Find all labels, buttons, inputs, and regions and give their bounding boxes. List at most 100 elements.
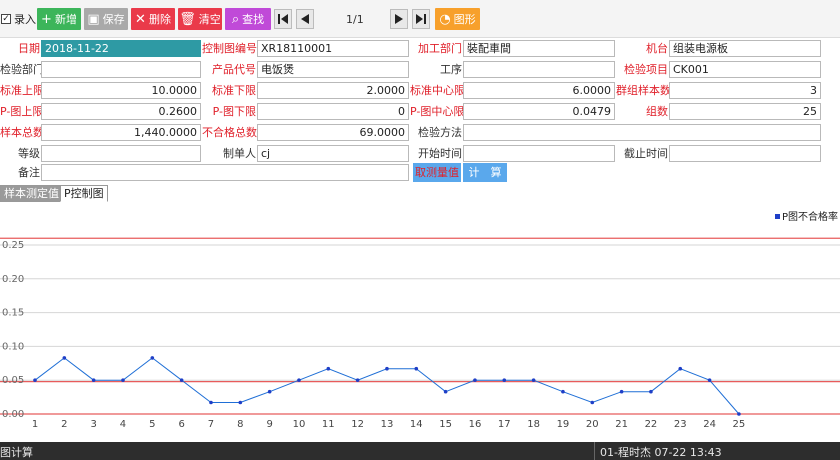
p-center-field[interactable]: 0.0479 bbox=[463, 103, 615, 120]
data-point bbox=[531, 378, 536, 382]
chart-icon: ◔ bbox=[439, 11, 451, 27]
series-line-path bbox=[34, 357, 740, 415]
control-lines bbox=[0, 237, 840, 415]
x-tick-label: 1 bbox=[32, 419, 38, 430]
last-page-button[interactable] bbox=[412, 9, 430, 29]
inspect-dept-field[interactable] bbox=[41, 61, 201, 78]
remark-field[interactable] bbox=[41, 164, 409, 181]
x-tick-label: 12 bbox=[351, 419, 364, 430]
grade-label: 等级 bbox=[18, 147, 40, 160]
data-point bbox=[649, 389, 653, 394]
fetch-measurements-button[interactable]: 取测量值 bbox=[413, 163, 461, 182]
status-bar: 图计算 01-程时杰 07-22 13:43 bbox=[0, 442, 840, 460]
start-time-label: 开始时间 bbox=[418, 147, 462, 160]
x-tick-label: 4 bbox=[120, 419, 126, 430]
tab-sample-values[interactable]: 样本测定值 bbox=[0, 185, 63, 202]
method-field[interactable] bbox=[463, 124, 821, 141]
p-lower-field[interactable]: 0 bbox=[257, 103, 409, 120]
chart-button-label: 图形 bbox=[453, 13, 476, 26]
std-center-label: 标准中心限 bbox=[410, 84, 465, 97]
total-defects-field[interactable]: 69.0000 bbox=[257, 124, 409, 141]
chart-grid bbox=[0, 244, 840, 415]
y-tick-label: 0.10 bbox=[2, 341, 24, 352]
total-samples-field[interactable]: 1,440.0000 bbox=[41, 124, 201, 141]
x-tick-label: 13 bbox=[381, 419, 394, 430]
chart-no-label: 控制图编号 bbox=[202, 42, 257, 55]
legend-marker bbox=[775, 214, 780, 219]
delete-button-label: 删除 bbox=[148, 13, 171, 26]
x-tick-label: 10 bbox=[293, 419, 306, 430]
date-field[interactable]: 2018-11-22 bbox=[41, 40, 201, 57]
creator-field[interactable]: cj bbox=[257, 145, 409, 162]
add-button-label: 新增 bbox=[54, 13, 77, 26]
x-tick-label: 7 bbox=[208, 419, 214, 430]
p-lower-label: P-图下限 bbox=[212, 105, 256, 118]
first-page-button[interactable] bbox=[274, 9, 292, 29]
add-button[interactable]: + 新增 bbox=[37, 8, 81, 30]
grade-field[interactable] bbox=[41, 145, 201, 162]
data-point bbox=[561, 389, 565, 394]
x-tick-label: 23 bbox=[674, 419, 687, 430]
x-tick-label: 8 bbox=[237, 419, 243, 430]
calculate-button[interactable]: 计 算 bbox=[463, 163, 507, 182]
x-tick-label: 18 bbox=[527, 419, 540, 430]
data-point bbox=[326, 366, 331, 371]
prev-page-button[interactable] bbox=[296, 9, 314, 29]
search-button[interactable]: ⌕ 查找 bbox=[225, 8, 271, 30]
product-code-label: 产品代号 bbox=[212, 63, 256, 76]
x-tick-label: 25 bbox=[733, 419, 746, 430]
next-page-button[interactable] bbox=[390, 9, 408, 29]
y-tick-label: 0.25 bbox=[2, 240, 24, 251]
prev-page-icon bbox=[301, 14, 309, 24]
std-center-field[interactable]: 6.0000 bbox=[463, 82, 615, 99]
std-lower-label: 标准下限 bbox=[212, 84, 256, 97]
save-button[interactable]: ▣ 保存 bbox=[84, 8, 128, 30]
machine-field[interactable]: 组装电源板 bbox=[669, 40, 821, 57]
clear-button-label: 清空 bbox=[198, 13, 221, 26]
entry-checkbox[interactable]: ✓ 录入 bbox=[1, 11, 36, 27]
total-defects-label: 不合格总数 bbox=[202, 126, 257, 139]
std-upper-field[interactable]: 10.0000 bbox=[41, 82, 201, 99]
data-point bbox=[33, 378, 37, 382]
data-point bbox=[737, 412, 741, 416]
y-tick-labels: 0.00 0.05 0.10 0.15 0.20 0.25 bbox=[2, 240, 24, 420]
p-upper-field[interactable]: 0.2600 bbox=[41, 103, 201, 120]
std-lower-field[interactable]: 2.0000 bbox=[257, 82, 409, 99]
chart-legend: P图不合格率 bbox=[775, 210, 838, 223]
product-code-field[interactable]: 电饭煲 bbox=[257, 61, 409, 78]
dept-label: 加工部门 bbox=[418, 42, 462, 55]
checkbox-check-icon: ✓ bbox=[1, 14, 11, 24]
save-button-label: 保存 bbox=[102, 13, 125, 26]
chart-button[interactable]: ◔ 图形 bbox=[435, 8, 480, 30]
tab-p-chart[interactable]: P控制图 bbox=[60, 185, 108, 202]
toolbar: ✓ 录入 + 新增 ▣ 保存 ✕ 删除 🗑 清空 ⌕ 查找 1/1 ◔ 图形 bbox=[0, 0, 840, 38]
data-point bbox=[121, 378, 125, 382]
delete-button[interactable]: ✕ 删除 bbox=[131, 8, 175, 30]
start-time-field[interactable] bbox=[463, 145, 615, 162]
dept-field[interactable]: 裝配車間 bbox=[463, 40, 615, 57]
end-time-label: 截止时间 bbox=[624, 147, 668, 160]
group-samples-field[interactable]: 3 bbox=[669, 82, 821, 99]
next-page-icon bbox=[395, 14, 403, 24]
groups-field[interactable]: 25 bbox=[669, 103, 821, 120]
data-point bbox=[443, 389, 448, 394]
x-tick-label: 24 bbox=[703, 419, 716, 430]
inspect-item-label: 检验项目 bbox=[624, 63, 668, 76]
process-label: 工序 bbox=[440, 63, 462, 76]
clear-button[interactable]: 🗑 清空 bbox=[178, 8, 222, 30]
x-tick-label: 14 bbox=[410, 419, 423, 430]
status-user-time: 01-程时杰 07-22 13:43 bbox=[600, 446, 722, 459]
end-time-field[interactable] bbox=[669, 145, 821, 162]
data-point bbox=[473, 378, 477, 382]
inspect-item-field[interactable]: CK001 bbox=[669, 61, 821, 78]
plus-icon: + bbox=[41, 11, 52, 27]
data-point bbox=[502, 378, 507, 382]
p-center-label: P-图中心限 bbox=[410, 105, 465, 118]
data-point bbox=[91, 378, 96, 382]
status-left: 图计算 bbox=[0, 446, 33, 459]
y-tick-label: 0.15 bbox=[2, 308, 24, 319]
inspect-dept-label: 检验部门 bbox=[0, 63, 44, 76]
chart-no-field[interactable]: XR18110001 bbox=[257, 40, 409, 57]
data-point bbox=[238, 400, 243, 405]
process-field[interactable] bbox=[463, 61, 615, 78]
